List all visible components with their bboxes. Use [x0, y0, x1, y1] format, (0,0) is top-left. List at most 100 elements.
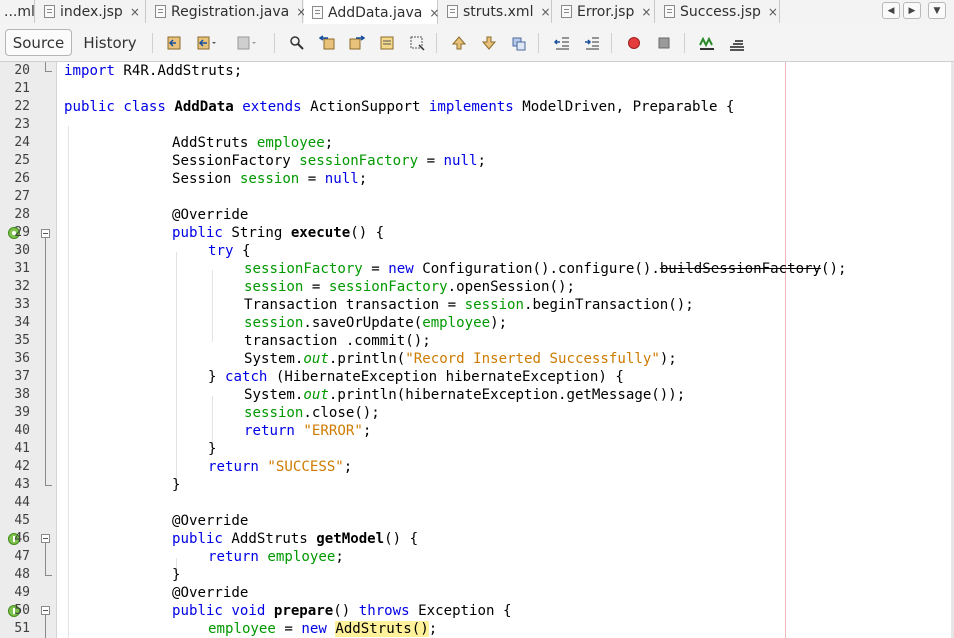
close-icon[interactable]: × [768, 5, 778, 19]
back-icon[interactable] [196, 35, 218, 51]
tab-adddata-java[interactable]: AddData.java × [304, 0, 439, 25]
code-token: ; [428, 621, 438, 637]
find-icon[interactable] [289, 35, 305, 51]
jsp-file-icon [664, 5, 675, 18]
record-macro-icon[interactable] [626, 35, 642, 51]
code-token: ActionSupport [301, 99, 429, 115]
code-token: AddStruts [335, 621, 412, 637]
code-text: @Override [172, 512, 248, 530]
code-line[interactable]: 26 Session session = null; [0, 170, 954, 188]
stop-macro-icon[interactable] [656, 35, 672, 51]
toggle-bookmark-icon[interactable] [511, 35, 527, 51]
code-line[interactable]: 35 transaction .commit(); [0, 332, 954, 350]
code-token: Session [172, 171, 240, 187]
code-token: = [362, 261, 389, 277]
code-line[interactable]: 21 [0, 80, 954, 98]
code-token: buildSessionFactory [659, 261, 822, 277]
tab-list-dropdown-button[interactable]: ▼ [928, 2, 946, 19]
tab-registration-java[interactable]: Registration.java × [147, 0, 306, 23]
code-token: extends [242, 99, 302, 115]
code-editor[interactable]: 20 import R4R.AddStruts; 21 22 public class … [0, 62, 954, 638]
code-line[interactable]: 30 try { [0, 242, 954, 260]
start-pattern-icon[interactable] [699, 35, 715, 51]
tab-error-jsp[interactable]: Error.jsp × [553, 0, 655, 23]
code-text: System.out.println("Record Inserted Succ… [244, 350, 677, 368]
history-button[interactable]: History [76, 29, 144, 56]
code-line[interactable]: 27 [0, 188, 954, 206]
code-line[interactable]: 31 sessionFactory = new Configuration().c… [0, 260, 954, 278]
code-line[interactable]: 29 public String execute() { [0, 224, 954, 242]
code-line[interactable]: 50 public void prepare() throws Exception… [0, 602, 954, 620]
code-line[interactable]: 20 import R4R.AddStruts; [0, 62, 954, 80]
close-icon[interactable]: × [540, 5, 550, 19]
comment-lines-icon[interactable] [729, 35, 745, 51]
tab-struts-xml[interactable]: struts.xml × [439, 0, 552, 23]
line-number: 47 [14, 549, 30, 564]
source-button[interactable]: Source [5, 29, 72, 56]
code-token: "SUCCESS" [267, 459, 344, 475]
code-line[interactable]: 39 session.close(); [0, 404, 954, 422]
tab-label: Success.jsp [680, 3, 761, 20]
code-token: session [244, 315, 304, 331]
code-line[interactable]: 36 System.out.println("Record Inserted Su… [0, 350, 954, 368]
code-line[interactable]: 51 employee = new AddStruts(); [0, 620, 954, 638]
code-line[interactable]: 38 System.out.println(hibernateException.… [0, 386, 954, 404]
forward-icon[interactable] [236, 35, 258, 51]
code-line[interactable]: 32 session = sessionFactory.openSession()… [0, 278, 954, 296]
code-line[interactable]: 45 @Override [0, 512, 954, 530]
code-line[interactable]: 25 SessionFactory sessionFactory = null; [0, 152, 954, 170]
code-line[interactable]: 33 Transaction transaction = session.begi… [0, 296, 954, 314]
code-token: .openSession(); [447, 279, 575, 295]
code-line[interactable]: 23 [0, 116, 954, 134]
last-edit-icon[interactable] [166, 35, 182, 51]
close-icon[interactable]: × [130, 5, 140, 19]
find-previous-icon[interactable] [318, 35, 335, 51]
code-line[interactable]: 49 @Override [0, 584, 954, 602]
code-line[interactable]: 48} [0, 566, 954, 584]
code-line[interactable]: 40 return "ERROR"; [0, 422, 954, 440]
code-token: ; [358, 171, 368, 187]
tab-xml-file[interactable]: ...ml [0, 0, 35, 23]
code-token: () [411, 621, 429, 637]
code-token: ); [659, 351, 677, 367]
scroll-tabs-right-button[interactable]: ▶ [903, 2, 921, 19]
code-line[interactable]: 46 public AddStruts getModel() { [0, 530, 954, 548]
code-line[interactable]: 22 public class AddData extends ActionSup… [0, 98, 954, 116]
code-token: () { [384, 531, 419, 547]
code-line[interactable]: 37} catch (HibernateException hibernateE… [0, 368, 954, 386]
code-line[interactable]: 24 AddStruts employee; [0, 134, 954, 152]
line-number: 25 [14, 153, 30, 168]
editor-tab-bar: ...ml index.jsp × Registration.java × Ad… [0, 0, 954, 25]
code-line[interactable]: 28 @Override [0, 206, 954, 224]
code-line[interactable]: 43} [0, 476, 954, 494]
tab-success-jsp[interactable]: Success.jsp × [656, 0, 780, 23]
code-token: () [333, 603, 359, 619]
code-line[interactable]: 34 session.saveOrUpdate(employee); [0, 314, 954, 332]
code-token: new [301, 621, 327, 637]
code-token: (HibernateException hibernateException) … [267, 369, 624, 385]
find-next-icon[interactable] [349, 35, 366, 51]
line-number: 35 [14, 333, 30, 348]
previous-bookmark-icon[interactable] [451, 35, 467, 51]
code-line[interactable]: 47 return employee; [0, 548, 954, 566]
next-bookmark-icon[interactable] [481, 35, 497, 51]
close-icon[interactable]: × [429, 6, 439, 20]
select-rectangle-icon[interactable] [409, 35, 425, 51]
line-number: 49 [14, 585, 30, 600]
scroll-tabs-left-button[interactable]: ◀ [882, 2, 900, 19]
code-line[interactable]: 41} [0, 440, 954, 458]
tab-index-jsp[interactable]: index.jsp × [36, 0, 146, 23]
code-token: employee [267, 549, 336, 565]
code-token: .close(); [303, 405, 380, 421]
close-icon[interactable]: × [641, 5, 651, 19]
tab-label: AddData.java [328, 4, 423, 21]
shift-left-icon[interactable] [553, 35, 570, 51]
code-token: AddStruts [222, 531, 317, 547]
toggle-highlight-icon[interactable] [379, 35, 395, 51]
toolbar-separator [152, 33, 153, 53]
code-line[interactable]: 44 [0, 494, 954, 512]
code-text: public class AddData extends ActionSuppo… [64, 98, 734, 116]
code-line[interactable]: 42 return "SUCCESS"; [0, 458, 954, 476]
shift-right-icon[interactable] [584, 35, 600, 51]
